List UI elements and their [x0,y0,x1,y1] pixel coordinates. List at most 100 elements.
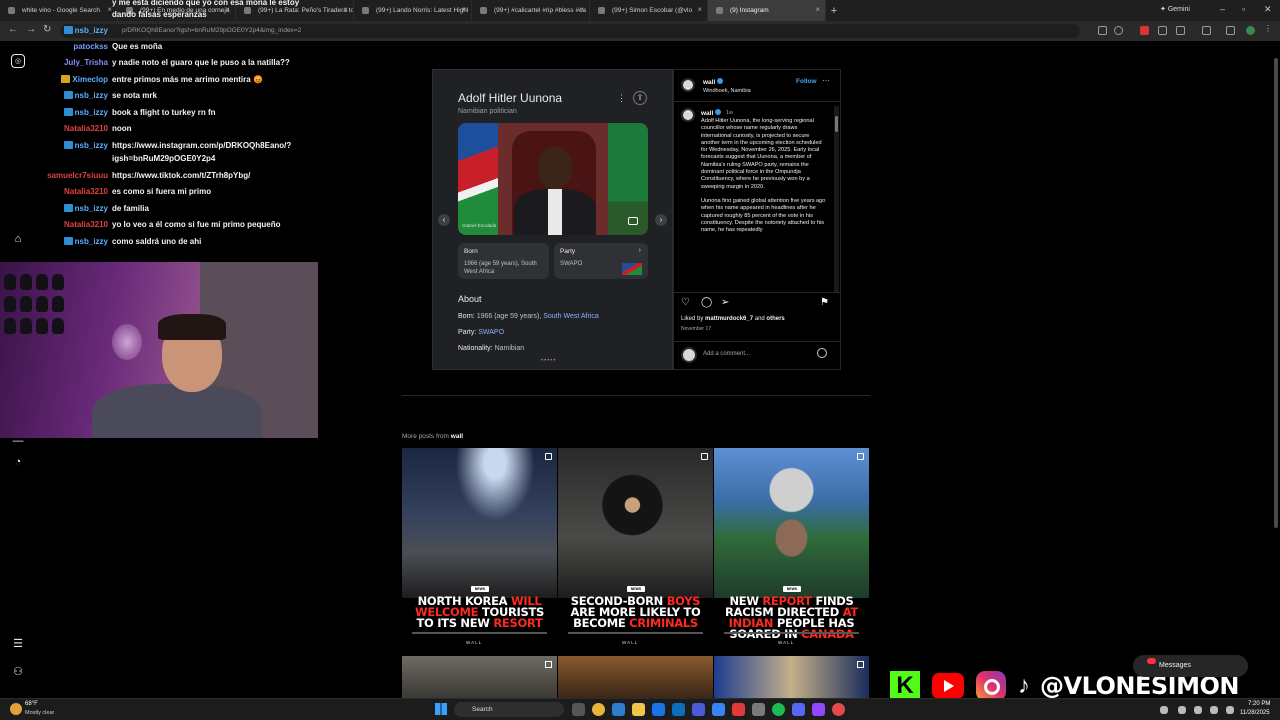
app-icon-5[interactable] [812,703,825,716]
extensions-puzzle-icon[interactable] [1176,26,1185,35]
tab-close-icon[interactable]: × [697,5,702,14]
chat-message: Ximeclop entre primos más me arrimo menti… [0,75,320,88]
party-card[interactable]: Party SWAPO › [554,243,648,279]
chrome-icon[interactable] [592,703,605,716]
post-thumbnail[interactable]: NEWS SECOND-BORN BOYS ARE MORE LIKELY TO … [558,448,713,651]
kp-photo[interactable]: Gabriel Escalada [458,123,648,235]
chat-badge-icon [63,26,73,34]
battery-icon[interactable] [1210,706,1218,714]
bookmark-star-icon[interactable] [1114,26,1123,35]
kp-fact: Nationality: Namibian [458,345,524,352]
follow-button[interactable]: Follow [796,78,817,85]
app-icon-3[interactable] [732,703,745,716]
tab-close-icon[interactable]: × [579,5,584,14]
page-scrollbar[interactable] [1272,48,1280,698]
tiktok-icon: ♪ [1018,672,1030,699]
mail-icon[interactable] [672,703,685,716]
notification-icon[interactable] [1226,706,1234,714]
app-icon-4[interactable] [752,703,765,716]
browser-tab[interactable]: (9) Instagram × [708,0,826,21]
install-icon[interactable] [1098,26,1107,35]
share-icon[interactable]: ⇪ [633,91,647,105]
browser-tab[interactable]: (99+) #calicartel #rip #bless #ca × [472,0,590,21]
task-view-icon[interactable] [572,703,585,716]
extension-icon[interactable] [1140,26,1149,35]
liked-by-user[interactable]: mattmurdock6_7 [705,316,753,322]
chat-badge-icon [63,91,73,99]
caption-username[interactable]: wall [701,109,722,117]
comment-input[interactable]: Add a comment... [703,351,750,357]
file-explorer-icon[interactable] [632,703,645,716]
gallery-icon[interactable] [628,217,638,225]
avatar[interactable] [681,78,695,92]
clock-date[interactable]: 11/28/2025 [1240,710,1270,716]
menu-hamburger-icon[interactable]: ☰ [11,637,25,651]
close-window-icon[interactable]: ✕ [1264,4,1272,15]
post-image [714,448,869,598]
gemini-button[interactable]: ✦ Gemini [1160,5,1190,13]
post-location[interactable]: Windhoek, Namibia [703,88,751,94]
minimize-icon[interactable]: – [1220,4,1225,14]
sidepanel-icon[interactable] [1202,26,1211,35]
post-thumbnail[interactable]: NEWS NORTH KOREA WILL WELCOME TOURISTS TO… [402,448,557,651]
edge-icon[interactable] [612,703,625,716]
discord-icon[interactable] [792,703,805,716]
store-icon[interactable] [652,703,665,716]
carousel-prev-icon[interactable]: ‹ [438,214,450,226]
more-posts-user[interactable]: wall [451,433,463,440]
spotify-icon[interactable] [772,703,785,716]
liked-by[interactable]: Liked by mattmurdock6_7 and others [681,316,785,322]
post-thumbnail[interactable] [558,656,713,698]
fact-link[interactable]: SWAPO [478,329,504,336]
post-thumbnail[interactable] [714,656,869,698]
post-image [558,448,713,598]
app-icon-2[interactable] [712,703,725,716]
comment-icon[interactable]: ◯ [701,297,712,308]
tab-close-icon[interactable]: × [461,5,466,14]
taskbar-search[interactable]: Search [454,702,564,717]
app-icon[interactable] [692,703,705,716]
emoji-icon[interactable] [817,348,827,358]
more-options-icon[interactable]: ⋮ [617,93,626,104]
browser-tab[interactable]: (99+) Simon Escobar (@vlo × [590,0,708,21]
maximize-icon[interactable]: ▫ [1242,4,1245,14]
post-thumbnail[interactable]: NEWS NEW REPORT FINDS RACISM DIRECTED AT … [714,448,869,651]
weather-status[interactable]: Mostly clear [25,710,54,716]
weather-temp[interactable]: 68°F [25,701,38,707]
start-windows-icon[interactable] [435,703,447,715]
browser-tab[interactable]: (99+) Lando Norris: Latest Highl × [354,0,472,21]
chat-message: nsb_izzy [0,26,320,39]
post-thumbnail[interactable] [402,656,557,698]
born-value: 1966 (age 59 years), South West Africa [464,261,537,275]
post-username[interactable]: wall [703,78,724,86]
clock-time[interactable]: 7:20 PM [1248,701,1270,707]
carousel-next-icon[interactable]: › [655,214,667,226]
threads-icon[interactable]: ◔ [11,455,25,469]
tab-close-icon[interactable]: × [343,5,348,14]
born-card[interactable]: Born 1966 (age 59 years), South West Afr… [458,243,549,279]
volume-icon[interactable] [1194,706,1202,714]
chat-message-text: book a flight to turkey rn fn [112,108,216,117]
browser-menu-icon[interactable]: ⋮ [1264,24,1272,33]
new-tab-icon[interactable]: + [826,5,842,17]
extension-icon-2[interactable] [1158,26,1167,35]
fine-print [724,632,859,634]
tab-close-icon[interactable]: × [815,5,820,14]
network-icon[interactable] [1178,706,1186,714]
like-heart-icon[interactable]: ♡ [681,297,690,308]
caption-avatar[interactable] [681,108,695,122]
caption-scrollbar[interactable] [834,106,839,292]
fact-link[interactable]: South West Africa [543,313,599,320]
born-label: Born [464,248,478,255]
also-from-meta-icon[interactable]: ⚇ [11,665,25,679]
download-icon[interactable] [1226,26,1235,35]
profile-avatar[interactable] [1246,26,1255,35]
save-bookmark-icon[interactable]: ⚑ [820,297,829,308]
messages-button[interactable]: Messages [1133,655,1248,677]
liked-by-others[interactable]: others [766,316,784,322]
tray-chevron-icon[interactable] [1160,706,1168,714]
share-send-icon[interactable]: ➢ [721,297,729,308]
more-options-icon[interactable]: ··· [822,76,830,85]
weather-icon[interactable] [10,703,22,715]
obs-icon[interactable] [832,703,845,716]
